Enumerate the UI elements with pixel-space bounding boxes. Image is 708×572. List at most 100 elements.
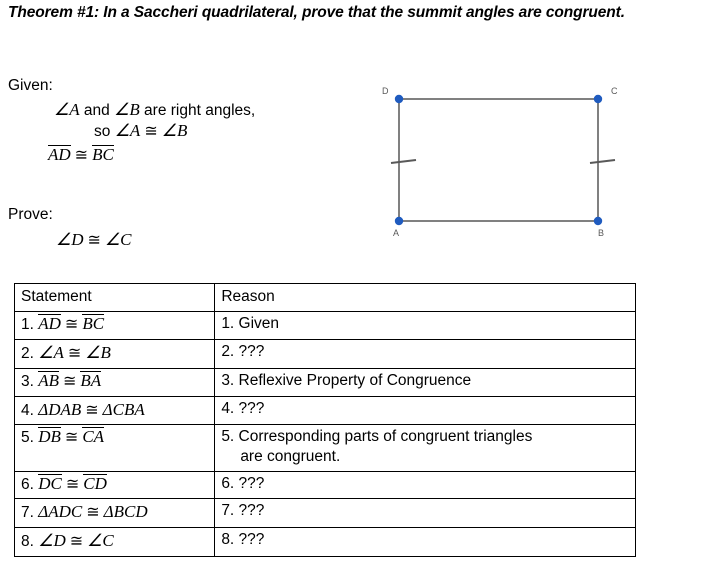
math-term: ∠D <box>38 531 66 551</box>
reason-number: 6. <box>221 474 239 492</box>
column-header-statement: Statement <box>13 282 216 313</box>
vertex-label-c: C <box>611 86 618 96</box>
reason-text: Reflexive Property of Congruence <box>238 371 472 389</box>
reason-cell: 6. ??? <box>214 470 636 500</box>
congruence-symbol: ≅ <box>83 232 105 249</box>
reason-text: ??? <box>238 531 265 549</box>
given-statement-3: AD ≅ BC <box>48 145 338 164</box>
table-row: 3. AB ≅ BA 3. Reflexive Property of Congr… <box>13 367 636 397</box>
table-row: 6. DC ≅ CD 6. ??? <box>13 470 636 500</box>
statement-cell: 1. AD ≅ BC <box>13 311 216 340</box>
congruence-symbol: ≅ <box>60 429 83 447</box>
given-statement-2: so ∠A ≅ ∠B <box>94 122 338 140</box>
math-term: DB <box>38 427 61 447</box>
segment-ad: AD <box>48 145 71 164</box>
given-section: Given: ∠A and ∠B are right angles, so ∠A… <box>8 78 338 164</box>
given-statement-1: ∠A and ∠B are right angles, <box>54 101 338 119</box>
table-row: 7. ΔADC ≅ ΔBCD 7. ??? <box>13 498 636 529</box>
table-row: 1. AD ≅ BC 1. Given <box>13 311 636 340</box>
math-term: CA <box>82 427 105 447</box>
math-term: BA <box>80 370 102 390</box>
reason-cell: 8. ??? <box>214 527 636 557</box>
reason-number: 5. <box>221 428 239 446</box>
angle-c-text: ∠C <box>104 230 132 249</box>
statement-number: 1. <box>21 316 39 334</box>
reason-cell: 7. ??? <box>214 498 636 529</box>
reason-cell: 5. Corresponding parts of congruent tria… <box>214 424 636 472</box>
statement-number: 7. <box>21 504 39 522</box>
math-term: ΔCBA <box>102 399 145 419</box>
math-term: ∠B <box>85 342 111 362</box>
reason-text: ??? <box>238 342 265 360</box>
saccheri-quadrilateral-diagram: D C A B <box>370 80 650 250</box>
angle-a-congruent-text: ∠A <box>114 121 141 140</box>
math-term: ΔADC <box>38 502 83 522</box>
vertex-c-dot <box>593 94 603 104</box>
given-label: Given: <box>8 77 53 94</box>
statement-cell: 2. ∠A ≅ ∠B <box>13 338 216 369</box>
congruence-symbol: ≅ <box>63 344 86 362</box>
vertex-d-dot <box>394 94 404 104</box>
given-right-angles-text: are right angles, <box>139 101 256 119</box>
congruence-symbol: ≅ <box>140 123 162 140</box>
reason-number: 3. <box>221 371 239 389</box>
tick-mark-bc <box>589 159 616 164</box>
statement-cell: 4. ΔDAB ≅ ΔCBA <box>13 395 216 426</box>
table-row: 8. ∠D ≅ ∠C 8. ??? <box>13 527 636 557</box>
tick-mark-ad <box>390 159 417 164</box>
congruence-symbol: ≅ <box>70 147 93 164</box>
given-so-text: so <box>94 123 115 140</box>
reason-text: ??? <box>238 502 265 520</box>
statement-cell: 6. DC ≅ CD <box>13 470 216 500</box>
reason-number: 7. <box>221 502 239 520</box>
reason-cell: 4. ??? <box>214 395 636 426</box>
proof-table-body: Statement Reason 1. AD ≅ BC 1. Given 2. ∠A… <box>13 282 636 557</box>
table-row: 2. ∠A ≅ ∠B 2. ??? <box>13 338 636 369</box>
statement-cell: 3. AB ≅ BA <box>13 367 216 397</box>
vertex-label-b: B <box>598 228 605 238</box>
vertex-b-dot <box>593 216 603 226</box>
statement-number: 2. <box>21 344 39 362</box>
statement-number: 4. <box>21 401 39 419</box>
reason-cell: 1. Given <box>214 311 636 340</box>
reason-text: ??? <box>238 474 265 492</box>
congruence-symbol: ≅ <box>82 504 104 522</box>
table-row: 5. DB ≅ CA 5. Corresponding parts of cong… <box>13 424 636 472</box>
angle-b-congruent-text: ∠B <box>161 121 188 140</box>
segment-bc: BC <box>92 145 114 164</box>
statement-cell: 5. DB ≅ CA <box>13 424 216 472</box>
vertex-label-d: D <box>382 86 389 96</box>
vertex-a-dot <box>394 216 404 226</box>
reason-text: Given <box>238 315 280 333</box>
reason-number: 2. <box>221 342 239 360</box>
congruence-symbol: ≅ <box>81 401 103 419</box>
prove-label: Prove: <box>8 206 53 223</box>
statement-number: 8. <box>21 533 39 551</box>
math-term: ΔBCD <box>103 502 148 522</box>
reason-number: 8. <box>221 531 239 549</box>
prove-statement: ∠D ≅ ∠C <box>56 230 132 250</box>
page-title: Theorem #1: In a Saccheri quadrilateral,… <box>8 4 625 21</box>
statement-number: 5. <box>21 429 39 447</box>
column-header-reason: Reason <box>214 282 636 313</box>
math-term: ΔDAB <box>38 399 82 419</box>
math-term: ∠A <box>38 342 64 362</box>
congruence-symbol: ≅ <box>65 533 88 551</box>
congruence-symbol: ≅ <box>59 372 81 390</box>
two-column-proof-table: Statement Reason 1. AD ≅ BC 1. Given 2. ∠A… <box>13 282 636 557</box>
reason-text-line-2: are congruent. <box>240 448 341 466</box>
math-term: ∠C <box>87 531 114 551</box>
math-term: BC <box>82 314 105 334</box>
reason-number: 1. <box>221 315 239 333</box>
reason-cell: 2. ??? <box>214 338 636 369</box>
reason-text: ??? <box>238 399 265 417</box>
angle-b-text: ∠B <box>114 99 140 119</box>
math-term: CD <box>83 473 107 493</box>
math-term: AD <box>38 314 61 334</box>
congruence-symbol: ≅ <box>61 475 84 493</box>
table-header-row: Statement Reason <box>13 282 636 313</box>
statement-number: 3. <box>21 372 39 390</box>
statement-number: 6. <box>21 475 39 493</box>
reason-number: 4. <box>221 399 239 417</box>
reason-text: Corresponding parts of congruent triangl… <box>238 428 533 446</box>
